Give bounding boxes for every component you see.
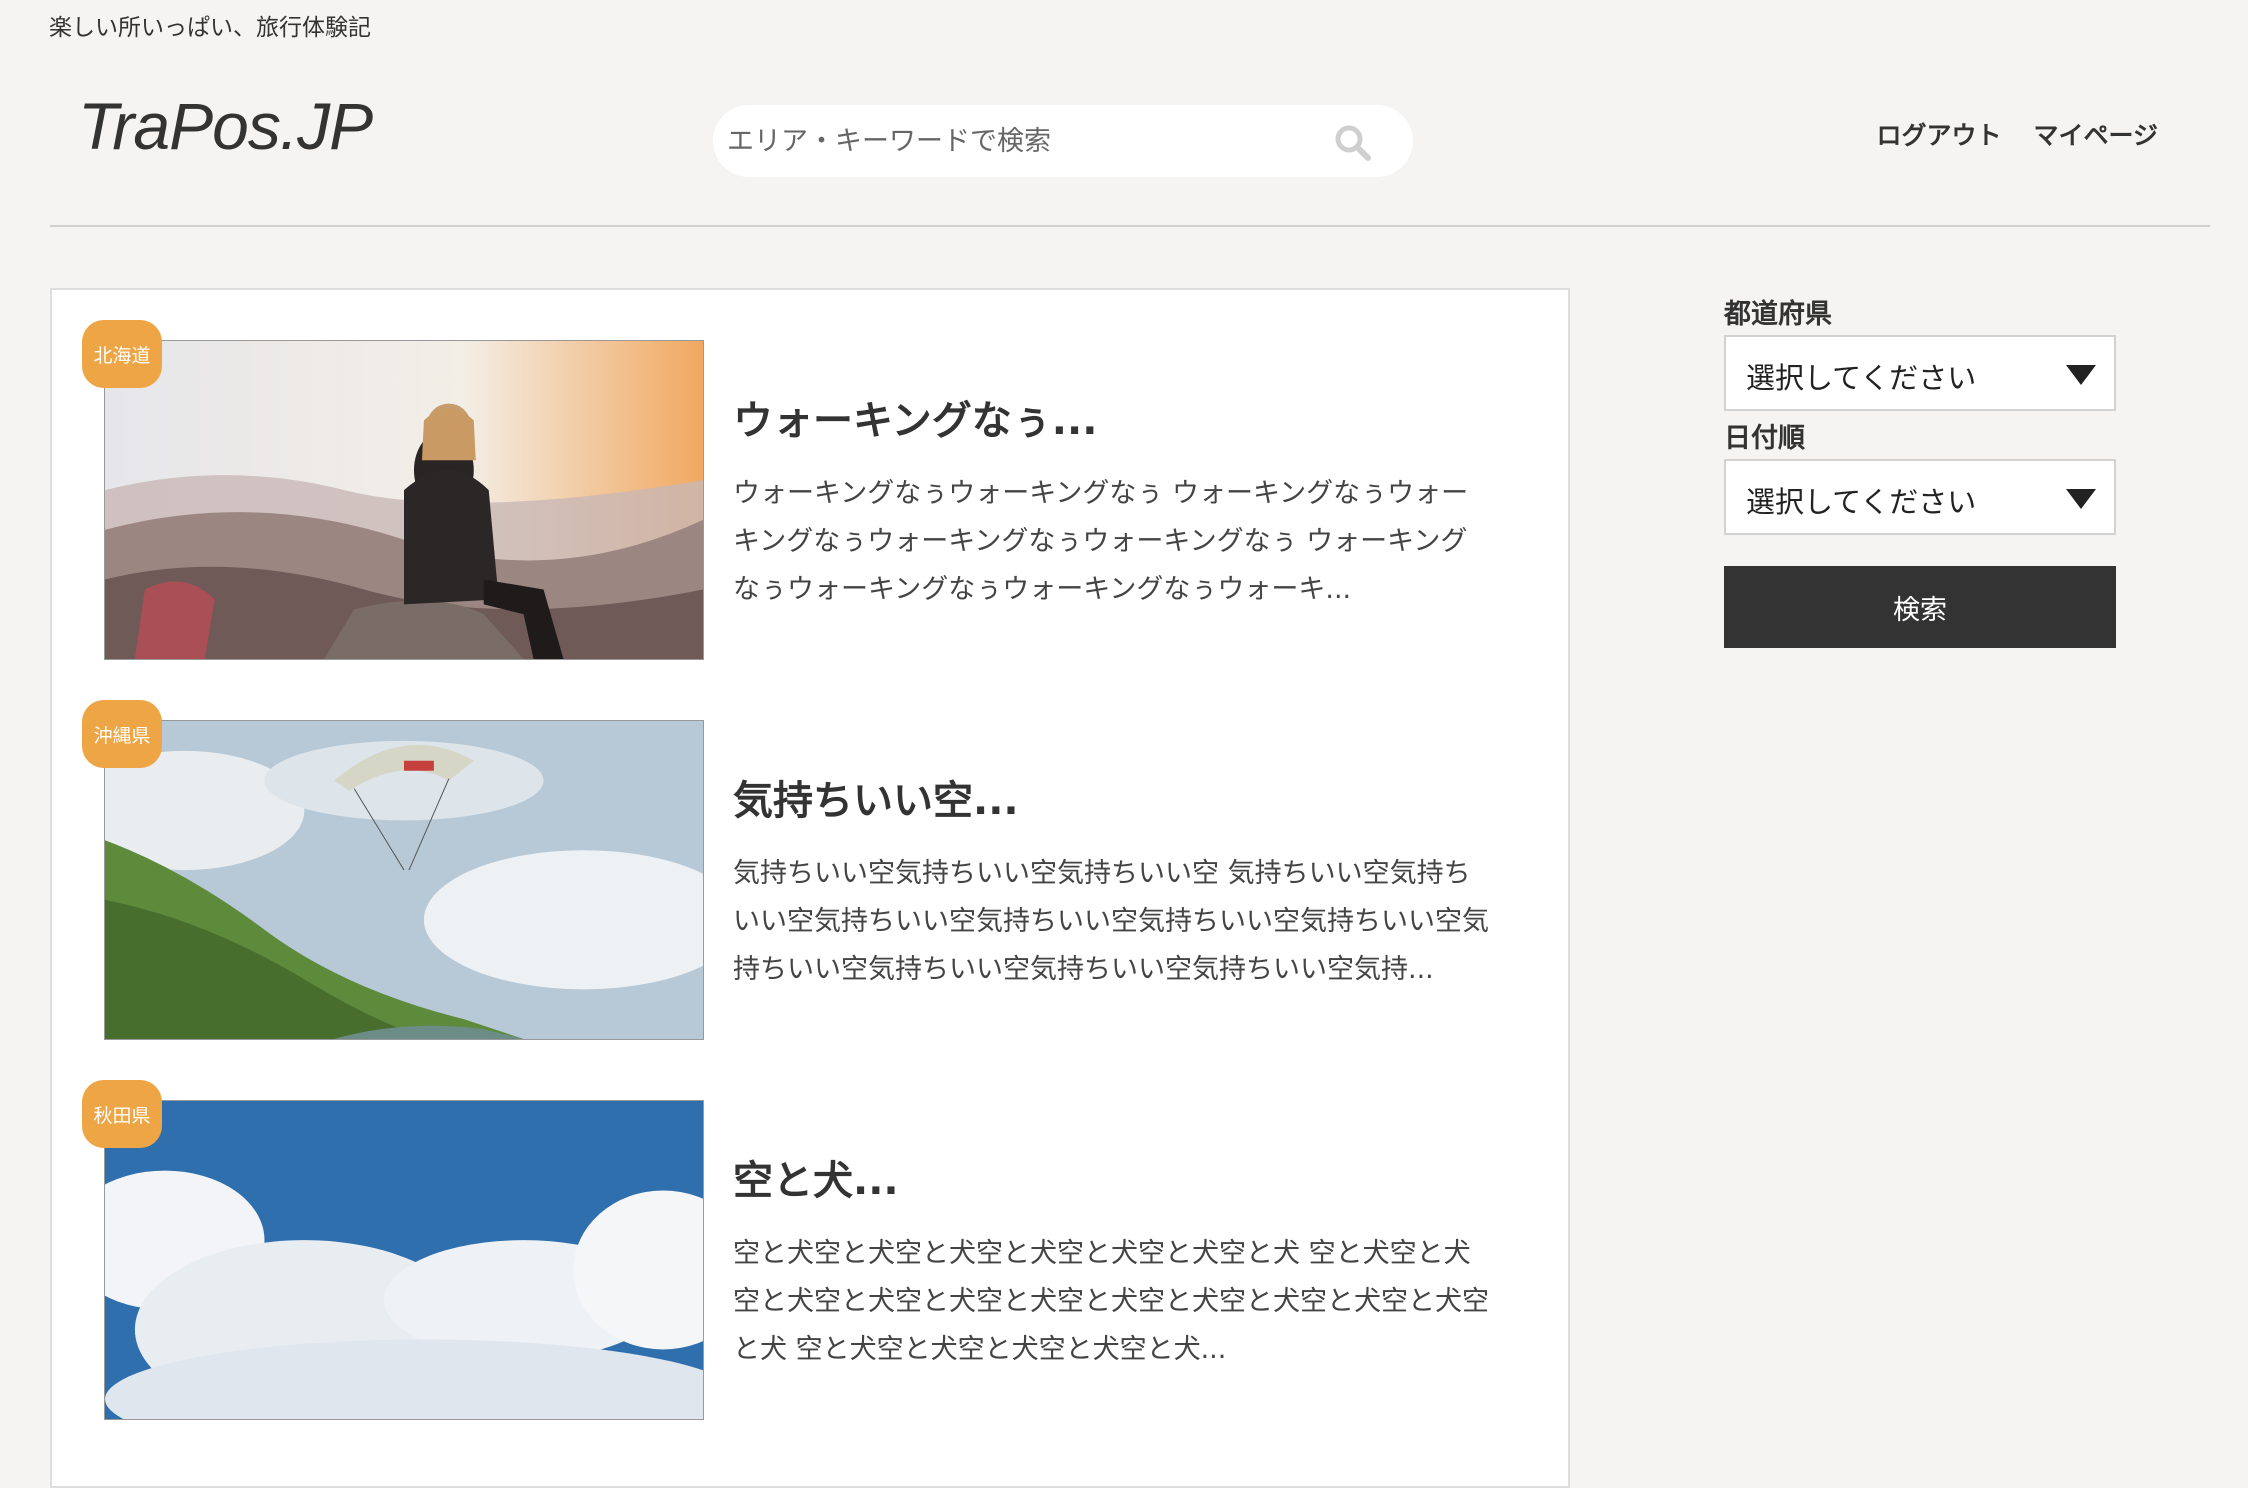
post-excerpt: 空と犬空と犬空と犬空と犬空と犬空と犬空と犬 空と犬空と犬 空と犬空と犬空と犬空と… [733,1230,1533,1374]
date-order-select[interactable]: 選択してください [1724,459,2116,535]
header-nav: ログアウト マイページ [1876,116,2158,152]
post-card[interactable]: 北海道 ウォーキングなぅ... ウォーキングなぅウォーキングなぅ ウォーキングな… [52,290,1568,660]
region-badge: 沖縄県 [82,700,162,768]
region-badge: 北海道 [82,320,162,388]
post-card[interactable]: 秋田県 空と犬... 空と犬空と犬空と犬空と犬空と犬空と犬空と犬 空と犬空と犬 … [52,1050,1568,1420]
logout-link[interactable]: ログアウト [1876,116,2001,152]
post-thumbnail[interactable] [104,720,704,1040]
search-submit-button[interactable]: 検索 [1724,566,2116,648]
excerpt-line: キングなぅウォーキングなぅウォーキングなぅ ウォーキング [733,526,1468,557]
post-thumbnail[interactable] [104,340,704,660]
post-title[interactable]: 空と犬... [733,1148,899,1206]
header-divider [50,225,2210,227]
post-title[interactable]: 気持ちいい空... [733,768,1019,826]
post-excerpt: 気持ちいい空気持ちいい空気持ちいい空 気持ちいい空気持ち いい空気持ちいい空気持… [733,850,1533,994]
prefecture-select-value: 選択してください [1746,361,1977,395]
tagline: 楽しい所いっぱい、旅行体験記 [49,15,371,41]
excerpt-line: 空と犬空と犬空と犬空と犬空と犬空と犬空と犬空と犬空と犬空 [733,1286,1489,1317]
post-title[interactable]: ウォーキングなぅ... [733,388,1097,446]
prefecture-label: 都道府県 [1724,299,1832,330]
excerpt-line: なぅウォーキングなぅウォーキングなぅウォーキ... [733,574,1352,605]
excerpt-line: いい空気持ちいい空気持ちいい空気持ちいい空気持ちいい空気 [733,906,1489,937]
date-order-label: 日付順 [1724,423,1805,454]
excerpt-line: 気持ちいい空気持ちいい空気持ちいい空 気持ちいい空気持ち [733,858,1471,889]
excerpt-line: と犬 空と犬空と犬空と犬空と犬空と犬... [733,1334,1227,1365]
excerpt-line: ウォーキングなぅウォーキングなぅ ウォーキングなぅウォー [733,478,1469,509]
search-icon[interactable] [1333,123,1373,163]
site-logo[interactable]: TraPos.JP [78,88,373,164]
search-input[interactable] [725,124,1309,158]
post-thumbnail[interactable] [104,1100,704,1420]
post-list: 北海道 ウォーキングなぅ... ウォーキングなぅウォーキングなぅ ウォーキングな… [50,288,1570,1488]
post-excerpt: ウォーキングなぅウォーキングなぅ ウォーキングなぅウォー キングなぅウォーキング… [733,470,1533,614]
chevron-down-icon [2066,365,2096,385]
search-bar [713,105,1413,177]
mypage-link[interactable]: マイページ [2033,116,2158,152]
excerpt-line: 空と犬空と犬空と犬空と犬空と犬空と犬空と犬 空と犬空と犬 [733,1238,1471,1269]
prefecture-select[interactable]: 選択してください [1724,335,2116,411]
date-order-select-value: 選択してください [1746,485,1977,519]
excerpt-line: 持ちいい空気持ちいい空気持ちいい空気持ちいい空気持... [733,954,1434,985]
region-badge: 秋田県 [82,1080,162,1148]
chevron-down-icon [2066,489,2096,509]
post-card[interactable]: 沖縄県 気持ちいい空... 気持ちいい空気持ちいい空気持ちいい空 気持ちいい空気… [52,670,1568,1040]
